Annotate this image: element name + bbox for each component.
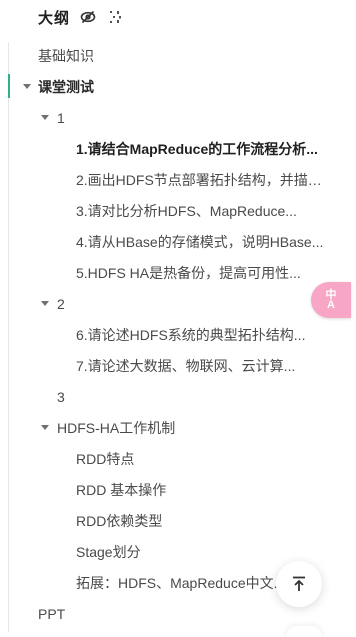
outline-item[interactable]: 2.画出HDFS节点部署拓扑结构，并描述... (0, 164, 356, 195)
caret-down-icon[interactable] (23, 84, 31, 89)
outline-item-label: Stage划分 (76, 543, 141, 560)
outline-item-label: 3 (57, 388, 65, 405)
outline-item[interactable]: 基础知识 (0, 40, 356, 71)
outline-item[interactable]: 6.请论述HDFS系统的典型拓扑结构... (0, 319, 356, 350)
outline-item-label: 课堂测试 (38, 78, 94, 95)
translate-button[interactable]: 中 A (311, 282, 351, 318)
outline-item-label: 7.请论述大数据、物联网、云计算... (76, 357, 296, 374)
outline-item-label: HDFS-HA工作机制 (57, 419, 176, 436)
translate-icon: 中 A (326, 290, 337, 311)
outline-item-label: 1 (57, 109, 65, 126)
outline-item[interactable]: 5.HDFS HA是热备份，提高可用性... (0, 257, 356, 288)
hide-outline-button[interactable] (78, 7, 98, 27)
outline-item[interactable]: 课堂测试 (0, 71, 356, 102)
outline-item-label: RDD 基本操作 (76, 481, 167, 498)
outline-item-label: 5.HDFS HA是热备份，提高可用性... (76, 264, 301, 281)
outline-item[interactable]: 3.请对比分析HDFS、MapReduce... (0, 195, 356, 226)
outline-item-label: 基础知识 (38, 47, 94, 64)
floating-button-partial[interactable] (286, 626, 322, 637)
caret-down-icon[interactable] (41, 115, 49, 120)
caret-down-icon[interactable] (41, 425, 49, 430)
outline-item-label: RDD依赖类型 (76, 512, 163, 529)
outline-item[interactable]: HDFS-HA工作机制 (0, 412, 356, 443)
outline-item[interactable]: 1 (0, 102, 356, 133)
outline-item[interactable]: RDD依赖类型 (0, 505, 356, 536)
outline-item[interactable]: RDD特点 (0, 443, 356, 474)
outline-levels-button[interactable] (106, 7, 126, 27)
outline-item-label: 2 (57, 295, 65, 312)
outline-item-label: RDD特点 (76, 450, 135, 467)
outline-item[interactable]: 3 (0, 381, 356, 412)
list-levels-icon (110, 11, 121, 23)
outline-item-label: 6.请论述HDFS系统的典型拓扑结构... (76, 326, 306, 343)
outline-item-label: 4.请从HBase的存储模式，说明HBase... (76, 233, 324, 250)
outline-header: 大纲 (38, 4, 126, 30)
caret-down-icon[interactable] (41, 301, 49, 306)
outline-item[interactable]: 1.请结合MapReduce的工作流程分析... (0, 133, 356, 164)
outline-item[interactable]: 7.请论述大数据、物联网、云计算... (0, 350, 356, 381)
translate-icon-bottom: A (327, 299, 335, 311)
outline-item-label: PPT (38, 605, 66, 622)
outline-item[interactable]: RDD 基本操作 (0, 474, 356, 505)
scroll-to-top-button[interactable] (276, 561, 322, 607)
arrow-up-to-line-icon (293, 576, 305, 591)
outline-item-label: 3.请对比分析HDFS、MapReduce... (76, 202, 297, 219)
outline-item-label: 2.画出HDFS节点部署拓扑结构，并描述... (76, 171, 328, 188)
outline-item[interactable]: 4.请从HBase的存储模式，说明HBase... (0, 226, 356, 257)
outline-title: 大纲 (38, 9, 71, 27)
eye-off-icon (80, 10, 96, 24)
outline-panel: 大纲 基础知识 课堂测试 1 1.请结合MapReduce的工作流程分析... … (0, 0, 356, 637)
outline-item[interactable]: 2 (0, 288, 356, 319)
outline-item-label: 拓展：HDFS、MapReduce中文... (76, 574, 286, 591)
outline-item-label: 1.请结合MapReduce的工作流程分析... (76, 140, 318, 157)
outline-list: 基础知识 课堂测试 1 1.请结合MapReduce的工作流程分析... 2.画… (0, 40, 356, 629)
